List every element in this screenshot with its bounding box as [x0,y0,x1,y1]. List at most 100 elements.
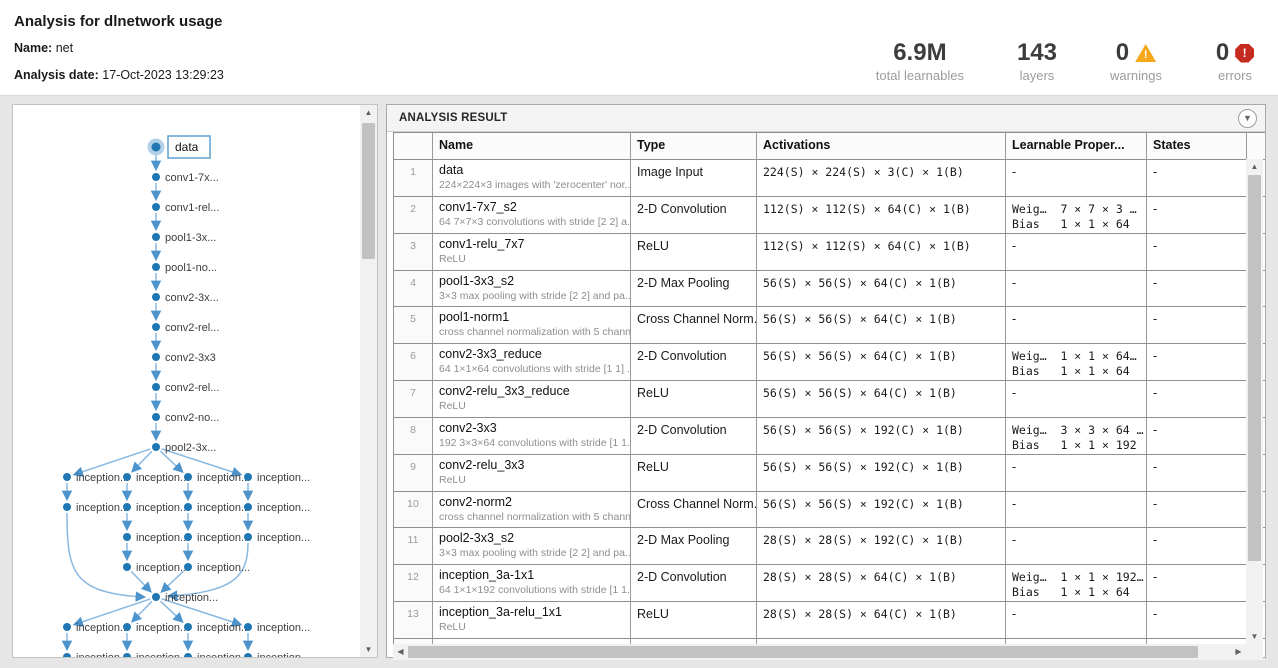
graph-node-conv1-rel[interactable]: conv1-rel... [152,202,219,214]
graph-node-inception[interactable]: inception... [244,622,310,634]
graph-node-inception[interactable]: inception... [63,652,129,657]
layer-name: inception_3a-1x1 [439,568,624,582]
table-hscrollbar-thumb[interactable] [408,646,1198,658]
node-dot [152,323,160,331]
graph-node-inception[interactable]: inception... [184,622,250,634]
states-cell: - [1147,233,1247,270]
graph-edge [131,571,150,591]
stat-warnings: 0!warnings [1110,40,1162,83]
graph-node-pool1-3x[interactable]: pool1-3x... [152,232,216,244]
node-label: pool1-3x... [165,232,216,244]
network-graph[interactable]: data conv1-7x... conv1-rel... pool1-3x... po… [13,105,357,657]
date-value: 17-Oct-2023 13:29:23 [102,68,224,82]
states-cell: - [1147,159,1247,196]
graph-node-inception[interactable]: inception... [244,502,310,514]
graph-node-inception[interactable]: inception... [123,472,189,484]
column-header-num [394,133,433,159]
layer-description: 192 3×3×64 convolutions with stride [1 1… [439,437,624,449]
graph-node-inception[interactable]: inception... [123,652,189,657]
scroll-down-icon[interactable]: ▼ [1246,629,1263,644]
layer-description: cross channel normalization with 5 chann… [439,511,624,523]
layer-description: cross channel normalization with 5 chann… [439,326,624,338]
node-label: inception... [136,562,189,574]
graph-node-inception[interactable]: inception... [123,532,189,544]
layer-name-cell: conv2-relu_3x3ReLU [433,454,631,491]
scroll-down-icon[interactable]: ▼ [360,642,377,657]
activations-cell: 56(S) × 56(S) × 64(C) × 1(B) [757,343,1006,380]
node-dot [244,533,252,541]
scroll-left-icon[interactable]: ◀ [393,644,408,660]
learnables-cell: - [1006,527,1147,564]
layer-name: conv2-relu_3x3_reduce [439,384,624,398]
layer-name: inception_3a-relu_1x1 [439,605,624,619]
layer-type-cell: 2-D Convolution [631,196,757,233]
node-label: inception... [197,472,250,484]
graph-node-inception[interactable]: inception... [184,502,250,514]
graph-node-conv2-rel[interactable]: conv2-rel... [152,382,219,394]
learnables-cell: - [1006,270,1147,307]
node-label: inception... [76,502,129,514]
graph-node-conv2-no[interactable]: conv2-no... [152,412,219,424]
row-number: 12 [394,564,433,601]
node-dot [123,563,131,571]
node-dot [63,503,71,511]
node-dot [152,383,160,391]
layer-description: 3×3 max pooling with stride [2 2] and pa… [439,547,624,559]
graph-edge [162,571,184,591]
graph-edge [67,513,144,597]
graph-node-pool1-no[interactable]: pool1-no... [152,262,217,274]
table-scrollbar-thumb[interactable] [1248,175,1261,561]
graph-scrollbar-thumb[interactable] [362,123,375,259]
collapse-panel-button[interactable]: ▼ [1238,109,1257,128]
graph-node-conv1-7x[interactable]: conv1-7x... [152,172,219,184]
stat-label: warnings [1110,68,1162,83]
graph-node-inception[interactable]: inception... [184,652,250,657]
node-label: inception... [76,472,129,484]
layer-name-cell: inception_3a-1x164 1×1×192 convolutions … [433,564,631,601]
graph-node-inception[interactable]: inception... [63,502,129,514]
graph-node-inception[interactable]: inception... [184,472,250,484]
node-label: conv2-no... [165,412,219,424]
table-horizontal-scrollbar[interactable]: ◀ ▶ [393,644,1246,660]
scroll-up-icon[interactable]: ▲ [360,105,377,120]
layer-name-cell: pool1-3x3_s23×3 max pooling with stride … [433,270,631,307]
graph-node-inception[interactable]: inception... [244,652,310,657]
graph-vertical-scrollbar[interactable]: ▲ ▼ [360,105,377,657]
learnables-cell: - [1006,159,1147,196]
learnables-cell: - [1006,306,1147,343]
scroll-up-icon[interactable]: ▲ [1246,159,1263,174]
graph-node-data[interactable]: data [148,136,211,158]
node-dot [152,353,160,361]
node-label: inception... [136,472,189,484]
node-dot [63,473,71,481]
node-label: inception... [197,562,250,574]
node-label: pool1-no... [165,262,217,274]
graph-node-conv2-rel[interactable]: conv2-rel... [152,322,219,334]
graph-node-inception[interactable]: inception... [123,502,189,514]
node-label: inception... [76,622,129,634]
activations-cell: 28(S) × 28(S) × 64(C) × 1(B) [757,601,1006,638]
layer-type-cell: 2-D Convolution [631,564,757,601]
graph-node-inception[interactable]: inception... [184,532,250,544]
activations-cell: 56(S) × 56(S) × 192(C) × 1(B) [757,491,1006,528]
layer-description: 64 7×7×3 convolutions with stride [2 2] … [439,216,624,228]
row-number: 8 [394,417,433,454]
column-header-States: States [1147,133,1247,159]
graph-node-conv2-3x3[interactable]: conv2-3x3 [152,352,216,364]
scroll-right-icon[interactable]: ▶ [1231,644,1246,660]
node-label: conv1-rel... [165,202,219,214]
node-dot [244,473,252,481]
learnables-cell: - [1006,380,1147,417]
activations-cell: 56(S) × 56(S) × 192(C) × 1(B) [757,417,1006,454]
graph-node-inception[interactable]: inception... [244,532,310,544]
graph-node-inception[interactable]: inception... [63,472,129,484]
graph-node-inception[interactable]: inception... [123,622,189,634]
graph-node-inception[interactable]: inception... [244,472,310,484]
table-vertical-scrollbar[interactable]: ▲ ▼ [1246,159,1263,644]
row-number: 1 [394,159,433,196]
layer-name-cell: conv1-7x7_s264 7×7×3 convolutions with s… [433,196,631,233]
graph-node-inception[interactable]: inception... [63,622,129,634]
graph-node-conv2-3x[interactable]: conv2-3x... [152,292,219,304]
graph-node-inception[interactable]: inception... [184,562,250,574]
layer-type-cell: 2-D Convolution [631,417,757,454]
